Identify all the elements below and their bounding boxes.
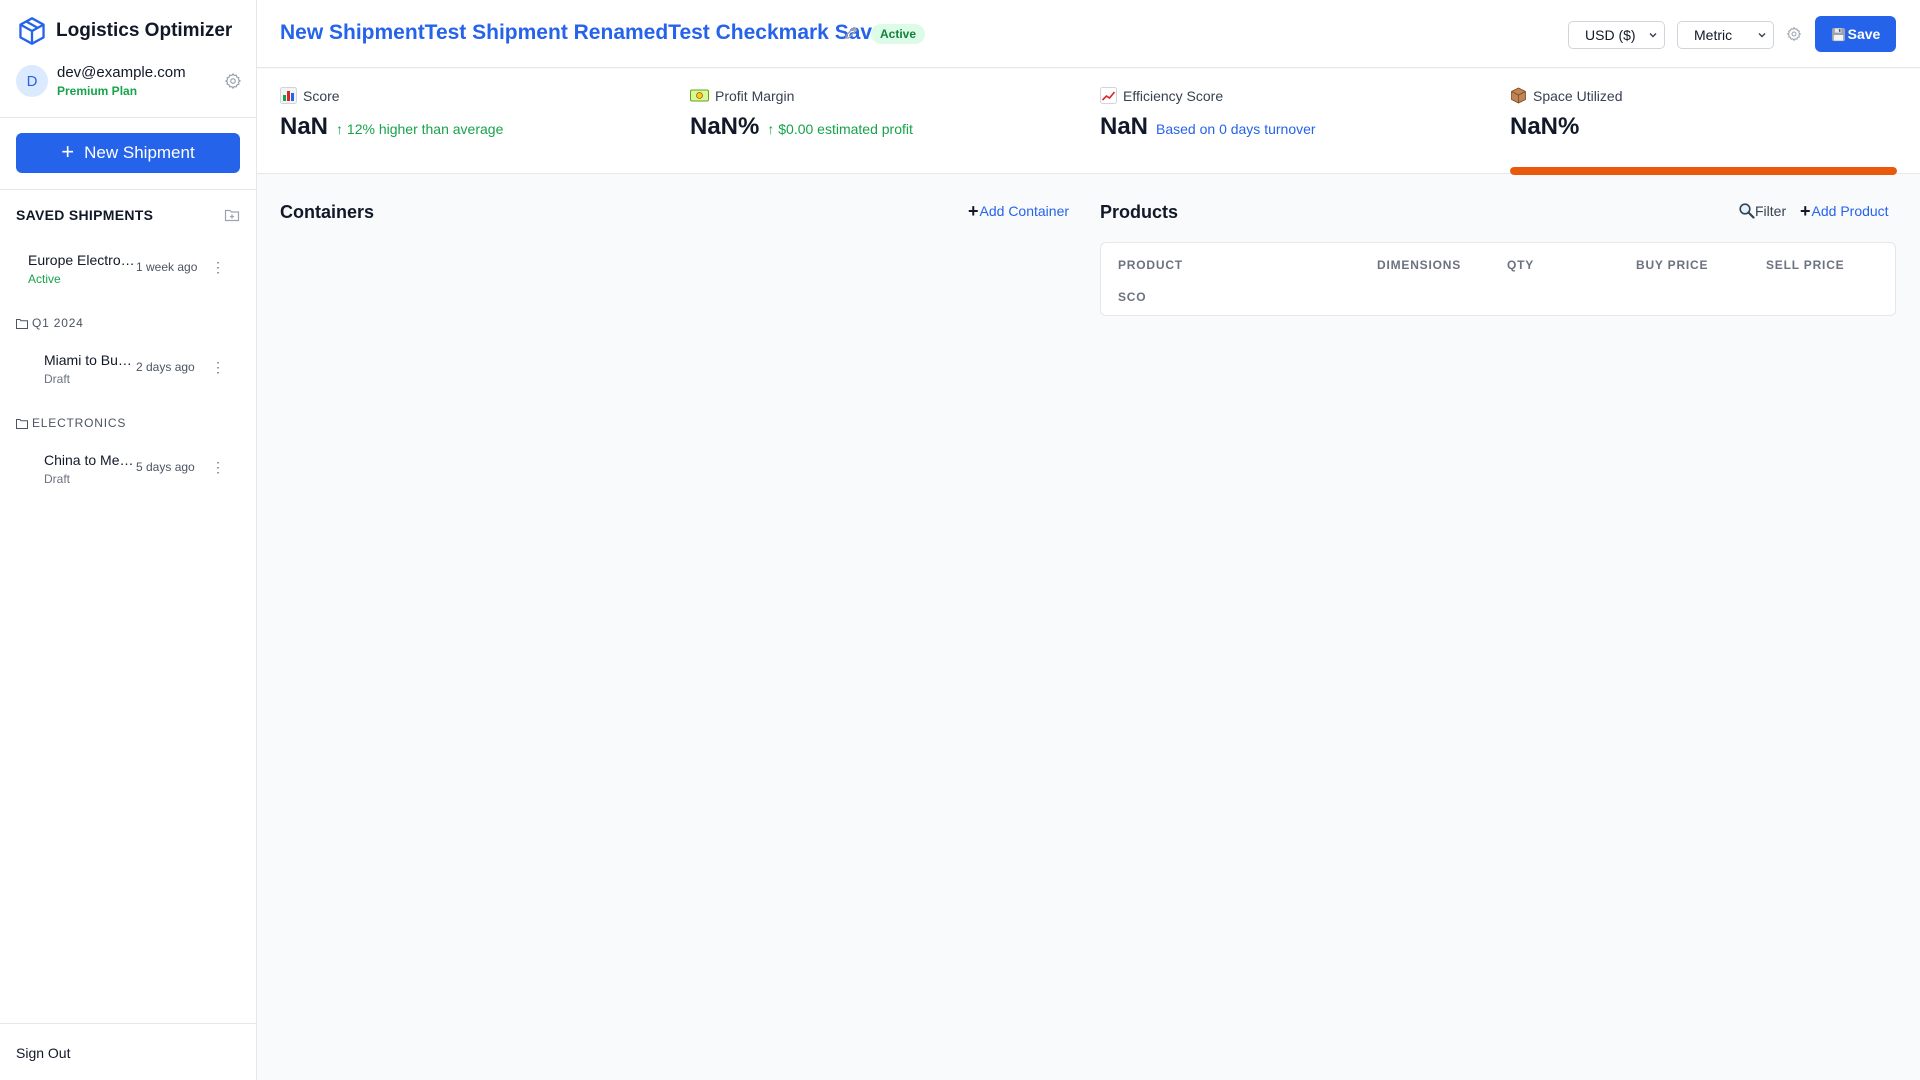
units-select[interactable]: Metric — [1677, 21, 1774, 49]
folder-icon — [16, 418, 28, 429]
space-utilized-value: NaN% — [1510, 113, 1580, 140]
brand: Logistics Optimizer — [18, 16, 232, 46]
column-header-sell-price[interactable]: SELL PRICE — [1766, 258, 1844, 272]
add-container-label: Add Container — [979, 203, 1070, 219]
user-settings-gear-icon[interactable] — [224, 72, 242, 90]
new-shipment-button[interactable]: + New Shipment — [16, 133, 240, 173]
units-value: Metric — [1694, 27, 1733, 43]
money-icon — [690, 89, 709, 102]
containers-title: Containers — [280, 202, 375, 222]
page-title[interactable]: New ShipmentTest Shipment RenamedTest Ch… — [280, 21, 884, 45]
user-profile: D dev@example.com Premium Plan — [16, 64, 242, 98]
profit-margin-value: NaN% — [690, 113, 760, 140]
user-email: dev@example.com — [57, 64, 186, 81]
column-header-score[interactable]: SCO — [1118, 290, 1146, 304]
column-header-dimensions[interactable]: DIMENSIONS — [1377, 258, 1461, 272]
space-utilized-progress — [1510, 167, 1897, 175]
profit-margin-label: Profit Margin — [715, 87, 795, 104]
products-title: Products — [1100, 202, 1179, 222]
efficiency-score-note: Based on 0 days turnover — [1156, 121, 1316, 137]
shipment-name: China to Mexico — [44, 452, 135, 468]
chart-increasing-icon — [1100, 87, 1117, 104]
score-note: ↑ 12% higher than average — [336, 121, 504, 137]
new-folder-icon[interactable] — [224, 207, 240, 223]
shipment-status: Active — [28, 272, 61, 286]
pencil-edit-icon[interactable] — [843, 25, 859, 41]
sidebar-divider — [0, 117, 257, 118]
score-stat: Score NaN ↑ 12% higher than average — [280, 87, 503, 141]
efficiency-score-label: Efficiency Score — [1123, 87, 1224, 104]
bar-chart-icon — [280, 87, 297, 104]
floppy-disk-icon — [1831, 27, 1845, 41]
sign-out-link[interactable]: Sign Out — [16, 1045, 70, 1061]
currency-select[interactable]: USD ($) — [1568, 21, 1665, 49]
profit-margin-note: ↑ $0.00 estimated profit — [767, 121, 913, 137]
space-utilized-stat: Space Utilized NaN% — [1510, 87, 1897, 175]
save-label: Save — [1847, 26, 1881, 42]
folder-icon — [16, 318, 28, 329]
status-badge: Active — [871, 24, 926, 44]
shipment-status: Draft — [44, 472, 71, 486]
sidebar-divider — [0, 1023, 257, 1024]
score-value: NaN — [280, 113, 329, 140]
sidebar-divider — [0, 189, 257, 190]
score-label: Score — [303, 87, 340, 104]
gear-icon[interactable] — [1786, 26, 1802, 42]
user-plan: Premium Plan — [57, 84, 138, 98]
currency-value: USD ($) — [1585, 27, 1636, 43]
shipment-time: 1 week ago — [136, 260, 198, 274]
shipment-name: Miami to Buenos Aires — [44, 352, 135, 368]
app-name: Logistics Optimizer — [56, 20, 233, 41]
plus-icon: + — [1800, 201, 1811, 221]
stats-bar: Score NaN ↑ 12% higher than average Prof… — [257, 69, 1920, 175]
saved-shipments-header: SAVED SHIPMENTS — [16, 207, 240, 223]
saved-shipments-title: SAVED SHIPMENTS — [16, 207, 154, 223]
folder-name: ELECTRONICS — [32, 416, 127, 430]
add-product-label: Add Product — [1811, 203, 1889, 219]
chevron-down-icon — [1649, 33, 1657, 38]
chevron-down-icon — [1758, 33, 1766, 38]
column-header-buy-price[interactable]: BUY PRICE — [1636, 258, 1708, 272]
more-options-icon[interactable]: ⋮ — [211, 260, 225, 274]
folder-name: Q1 2024 — [32, 316, 84, 330]
plus-icon: + — [61, 139, 75, 164]
avatar[interactable]: D — [16, 65, 48, 97]
shipment-time: 2 days ago — [136, 360, 195, 374]
add-product-button[interactable]: + Add Product — [1800, 202, 1889, 220]
more-options-icon[interactable]: ⋮ — [211, 360, 225, 374]
shipment-name: Europe Electronics — [28, 252, 136, 268]
plus-icon: + — [968, 201, 979, 221]
efficiency-score-stat: Efficiency Score NaN Based on 0 days tur… — [1100, 87, 1316, 141]
efficiency-score-value: NaN — [1100, 113, 1149, 140]
filter-label: Filter — [1755, 202, 1787, 219]
add-container-button[interactable]: + Add Container — [968, 202, 1069, 220]
profit-margin-stat: Profit Margin NaN% ↑ $0.00 estimated pro… — [690, 87, 913, 141]
products-table: PRODUCT DIMENSIONS QTY BUY PRICE SELL PR… — [1100, 242, 1896, 316]
new-shipment-label: New Shipment — [84, 143, 195, 162]
box-logo-icon — [19, 17, 45, 45]
folder-electronics[interactable]: ELECTRONICS — [16, 416, 126, 430]
save-button[interactable]: Save — [1815, 16, 1896, 52]
header: New ShipmentTest Shipment RenamedTest Ch… — [257, 0, 1920, 68]
folder-q1-2024[interactable]: Q1 2024 — [16, 316, 84, 330]
sidebar: Logistics Optimizer D dev@example.com Pr… — [0, 0, 257, 1080]
column-header-qty[interactable]: QTY — [1507, 258, 1534, 272]
magnifier-icon — [1739, 203, 1755, 219]
shipment-status: Draft — [44, 372, 71, 386]
more-options-icon[interactable]: ⋮ — [211, 460, 225, 474]
package-icon — [1511, 87, 1526, 104]
space-utilized-label: Space Utilized — [1533, 87, 1623, 104]
shipment-time: 5 days ago — [136, 460, 195, 474]
column-header-product[interactable]: PRODUCT — [1118, 258, 1183, 272]
shipment-item[interactable]: Europe Electronics Active 1 week ago — [28, 252, 228, 286]
progress-fill — [1510, 167, 1897, 175]
filter-button[interactable]: Filter — [1738, 202, 1786, 219]
